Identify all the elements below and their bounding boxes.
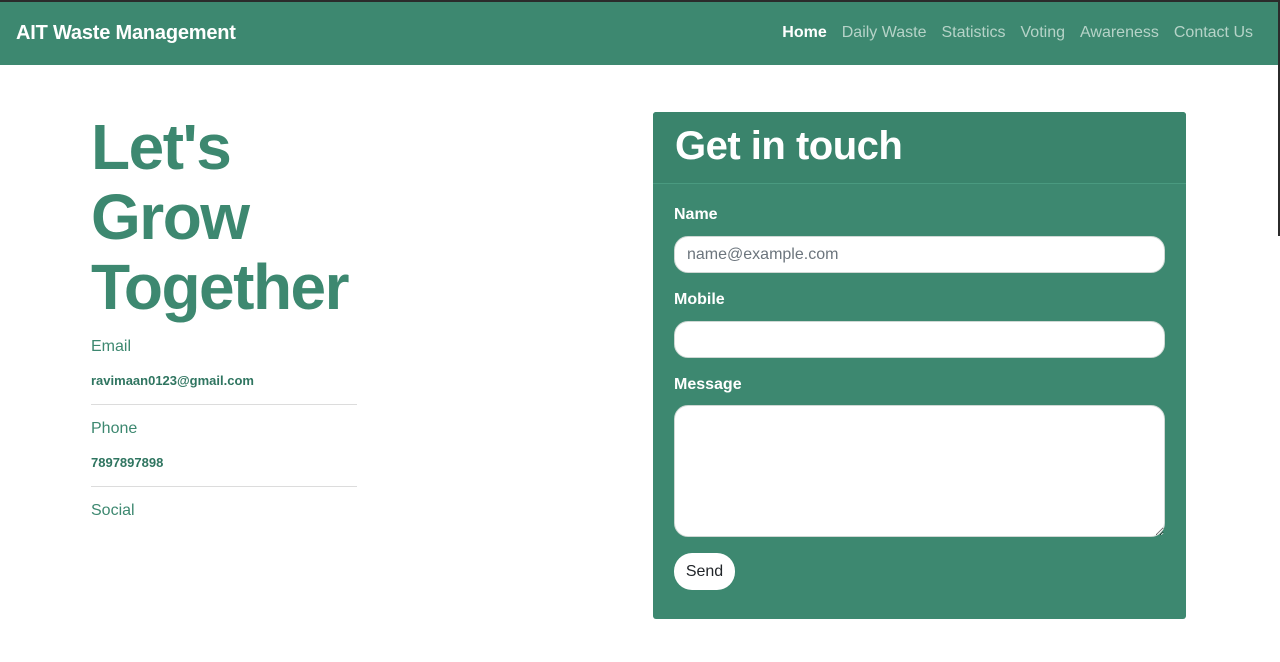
form-title: Get in touch	[675, 124, 903, 168]
nav-link-voting[interactable]: Voting	[1021, 24, 1065, 42]
navbar: AIT Waste Management Home Daily Waste St…	[0, 2, 1278, 65]
phone-value: 7897897898	[91, 455, 164, 470]
mobile-input[interactable]	[674, 321, 1165, 358]
nav-links: Home Daily Waste Statistics Voting Aware…	[767, 24, 1253, 42]
hero-heading: Let's Grow Together	[91, 112, 391, 322]
send-button[interactable]: Send	[674, 553, 735, 590]
navbar-brand[interactable]: AIT Waste Management	[16, 22, 236, 45]
phone-label: Phone	[91, 420, 138, 437]
email-label: Email	[91, 338, 132, 355]
name-input[interactable]	[674, 236, 1165, 273]
email-value: ravimaan0123@gmail.com	[91, 373, 254, 388]
nav-link-home[interactable]: Home	[782, 24, 826, 42]
nav-link-daily-waste[interactable]: Daily Waste	[842, 24, 927, 42]
nav-link-statistics[interactable]: Statistics	[942, 24, 1006, 42]
nav-link-awareness[interactable]: Awareness	[1080, 24, 1159, 42]
name-label: Name	[674, 206, 718, 223]
divider	[91, 486, 357, 487]
hero-line-2: Grow	[91, 181, 250, 253]
social-label: Social	[91, 502, 135, 519]
divider	[91, 404, 357, 405]
message-label: Message	[674, 376, 742, 393]
nav-link-contact-us[interactable]: Contact Us	[1174, 24, 1253, 42]
social-info: Social	[91, 502, 357, 520]
hero-line-1: Let's	[91, 111, 232, 183]
hero-line-3: Together	[91, 251, 350, 323]
message-textarea[interactable]	[674, 405, 1165, 537]
email-info: Email ravimaan0123@gmail.com	[91, 338, 357, 388]
contact-form-card: Get in touch Name Mobile Message Send	[653, 112, 1186, 619]
phone-info: Phone 7897897898	[91, 420, 357, 470]
card-header: Get in touch	[653, 112, 1186, 184]
mobile-label: Mobile	[674, 291, 725, 308]
